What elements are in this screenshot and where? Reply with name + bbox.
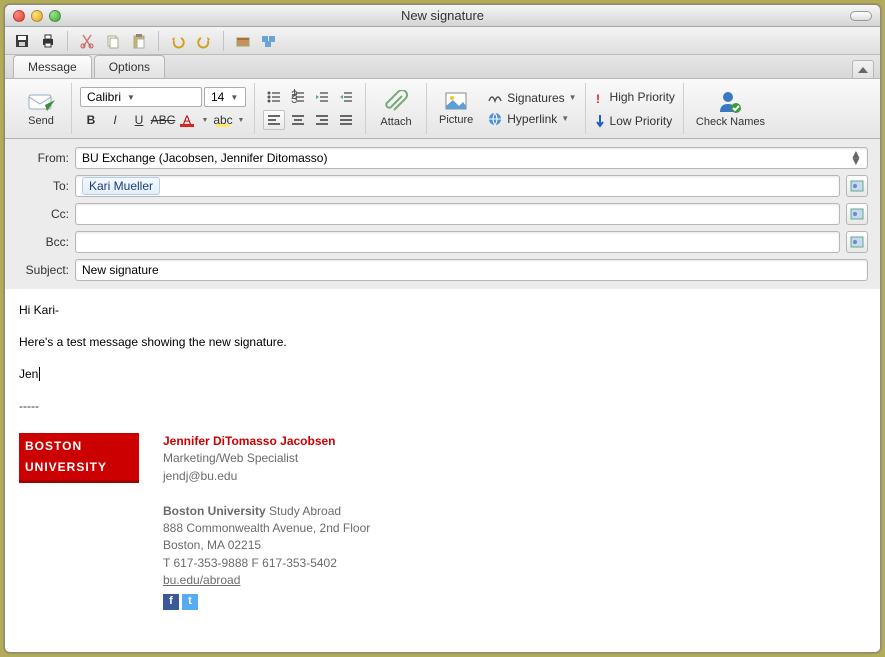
italic-button[interactable]: I (104, 110, 126, 130)
signature-link[interactable]: bu.edu/abroad (163, 573, 240, 587)
font-color-dropdown[interactable]: ▼ (200, 110, 210, 130)
signature-name: Jennifer DiTomasso Jacobsen (163, 433, 370, 450)
stepper-icon: ▲▼ (849, 150, 863, 166)
attach-label: Attach (380, 116, 411, 128)
font-family-select[interactable]: Calibri▼ (80, 87, 202, 107)
numbering-button[interactable]: 123 (287, 87, 309, 107)
to-label: To: (17, 179, 69, 193)
font-group: Calibri▼ 14▼ B I U ABC A ▼ abc ▼ (72, 83, 255, 134)
priority-group: ! High Priority Low Priority (586, 83, 684, 134)
attach-group: Attach (366, 83, 427, 134)
recipient-chip[interactable]: Kari Mueller (82, 177, 160, 195)
paragraph-group: 123 (255, 83, 366, 134)
to-input[interactable] (164, 179, 833, 193)
increase-indent-button[interactable] (335, 87, 357, 107)
check-names-button[interactable]: Check Names (692, 88, 769, 130)
send-button[interactable]: Send (19, 89, 63, 129)
cut-icon[interactable] (76, 30, 98, 52)
bcc-label: Bcc: (17, 235, 69, 249)
facebook-icon[interactable]: f (163, 594, 179, 610)
from-select[interactable]: BU Exchange (Jacobsen, Jennifer Ditomass… (75, 147, 868, 169)
ribbon: Send Calibri▼ 14▼ B I U ABC A ▼ abc ▼ 1 (5, 79, 880, 139)
tab-options[interactable]: Options (94, 55, 165, 78)
signature-addr1: 888 Commonwealth Avenue, 2nd Floor (163, 520, 370, 537)
body-line: Here's a test message showing the new si… (19, 333, 866, 351)
picture-button[interactable]: Picture (435, 90, 477, 128)
divider: ----- (19, 397, 866, 415)
to-addressbook-button[interactable] (846, 175, 868, 197)
highlight-button[interactable]: abc (212, 110, 234, 130)
bcc-addressbook-button[interactable] (846, 231, 868, 253)
tab-message[interactable]: Message (13, 55, 92, 78)
send-group: Send (11, 83, 72, 134)
signature-phone: T 617-353-9888 F 617-353-5402 (163, 555, 370, 572)
align-right-button[interactable] (311, 110, 333, 130)
body-line: Hi Kari- (19, 301, 866, 319)
redo-icon[interactable] (193, 30, 215, 52)
decrease-indent-button[interactable] (311, 87, 333, 107)
low-priority-button[interactable]: Low Priority (594, 113, 675, 129)
quick-access-toolbar (5, 27, 880, 55)
subject-field[interactable] (75, 259, 868, 281)
cc-label: Cc: (17, 207, 69, 221)
cc-addressbook-button[interactable] (846, 203, 868, 225)
signatures-button[interactable]: Signatures▼ (487, 91, 576, 105)
undo-icon[interactable] (167, 30, 189, 52)
bcc-input[interactable] (82, 235, 833, 249)
bullets-button[interactable] (263, 87, 285, 107)
signature-email: jendj@bu.edu (163, 468, 370, 485)
check-names-label: Check Names (696, 116, 765, 128)
collapse-ribbon-button[interactable] (852, 60, 874, 78)
cc-field[interactable] (75, 203, 840, 225)
send-label: Send (28, 115, 54, 127)
compose-window: New signature Message Options Send (4, 4, 881, 653)
titlebar: New signature (5, 5, 880, 27)
underline-button[interactable]: U (128, 110, 150, 130)
to-field[interactable]: Kari Mueller (75, 175, 840, 197)
print-icon[interactable] (37, 30, 59, 52)
align-left-button[interactable] (263, 110, 285, 130)
signature-block: BOSTON UNIVERSITY Jennifer DiTomasso Jac… (19, 433, 866, 610)
twitter-icon[interactable]: t (182, 594, 198, 610)
body-line: Jen (19, 365, 866, 383)
signature-role: Marketing/Web Specialist (163, 450, 370, 467)
picture-label: Picture (439, 114, 473, 126)
signature-addr2: Boston, MA 02215 (163, 537, 370, 554)
names-group: Check Names (684, 83, 777, 134)
subject-input[interactable] (82, 263, 861, 277)
from-label: From: (17, 151, 69, 165)
attach-button[interactable]: Attach (374, 88, 418, 130)
hyperlink-button[interactable]: Hyperlink▼ (487, 111, 576, 127)
justify-button[interactable] (335, 110, 357, 130)
message-body[interactable]: Hi Kari- Here's a test message showing t… (5, 289, 880, 652)
subject-label: Subject: (17, 263, 69, 277)
align-center-button[interactable] (287, 110, 309, 130)
cc-input[interactable] (82, 207, 833, 221)
save-icon[interactable] (11, 30, 33, 52)
svg-text:!: ! (596, 92, 600, 105)
high-priority-button[interactable]: ! High Priority (594, 89, 675, 105)
bcc-field[interactable] (75, 231, 840, 253)
toolbox-icon[interactable] (232, 30, 254, 52)
ribbon-tabs: Message Options (5, 55, 880, 79)
paste-icon[interactable] (128, 30, 150, 52)
media-browser-icon[interactable] (258, 30, 280, 52)
font-color-button[interactable]: A (176, 110, 198, 130)
bu-logo: BOSTON UNIVERSITY (19, 433, 139, 483)
strikethrough-button[interactable]: ABC (152, 110, 174, 130)
bold-button[interactable]: B (80, 110, 102, 130)
insert-group: Picture Signatures▼ Hyperlink▼ (427, 83, 586, 134)
highlight-dropdown[interactable]: ▼ (236, 110, 246, 130)
signature-text: Jennifer DiTomasso Jacobsen Marketing/We… (163, 433, 370, 610)
window-title: New signature (5, 8, 880, 23)
copy-icon[interactable] (102, 30, 124, 52)
font-size-select[interactable]: 14▼ (204, 87, 246, 107)
social-icons: f t (163, 594, 370, 610)
message-headers: From: BU Exchange (Jacobsen, Jennifer Di… (5, 139, 880, 289)
svg-text:3: 3 (291, 92, 298, 105)
